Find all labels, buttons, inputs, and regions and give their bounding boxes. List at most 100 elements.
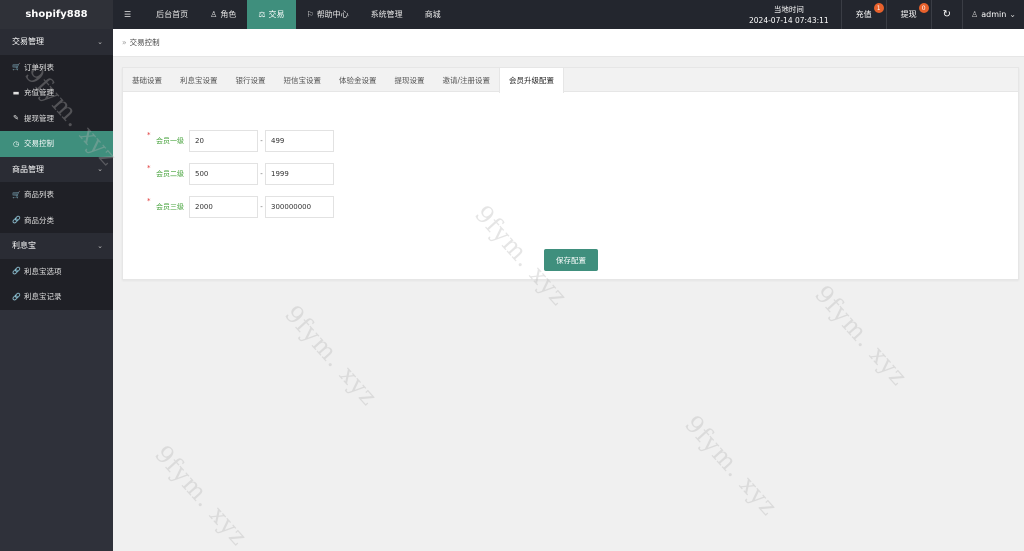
local-time-value: 2024-07-14 07:43:11 xyxy=(749,15,829,25)
recharge-label: 充值 xyxy=(855,10,872,19)
sidebar-item-6[interactable]: 🛒 商品列表 xyxy=(0,182,113,208)
local-time: 当地时间 2024-07-14 07:43:11 xyxy=(737,0,841,29)
sidebar-item-1[interactable]: 🛒 订单列表 xyxy=(0,54,113,80)
tab-4[interactable]: 体验金设置 xyxy=(330,68,386,92)
withdraw-badge: 0 xyxy=(918,3,929,13)
level-1-row: * 会员一级 - xyxy=(147,130,334,152)
chevron-down-icon: ⌄ xyxy=(97,241,103,250)
sidebar-group-label: 商品管理 xyxy=(12,164,44,174)
top-header: shopify888 ☰ 后台首页 ♙ 角色 ⚖ 交易 ⚐ 帮助中心 系统管理 商城 当地时间 2… xyxy=(0,0,1024,29)
menu-toggle-button[interactable]: ☰ xyxy=(113,0,145,29)
sidebar-item-label: 充值管理 xyxy=(24,88,54,98)
card-icon: ▬ xyxy=(12,88,20,97)
top-nav-6[interactable]: 商城 xyxy=(414,0,452,29)
brand-logo[interactable]: shopify888 xyxy=(0,0,113,29)
top-nav-label: 后台首页 xyxy=(156,10,189,19)
sidebar-group-5[interactable]: 商品管理 ⌄ xyxy=(0,156,113,182)
top-nav-4[interactable]: ⚐ 帮助中心 xyxy=(296,0,360,29)
range-separator: - xyxy=(260,203,263,211)
user-name: admin xyxy=(981,10,1007,19)
level-2-min-input[interactable] xyxy=(189,163,258,185)
required-mark: * xyxy=(147,131,151,139)
recharge-badge: 1 xyxy=(873,3,884,13)
top-right-bar: 当地时间 2024-07-14 07:43:11 充值 1 提现 0 ↻ ♙ a… xyxy=(737,0,1024,29)
level-3-max-input[interactable] xyxy=(265,196,334,218)
sidebar-item-2[interactable]: ▬ 充值管理 xyxy=(0,80,113,106)
top-nav-5[interactable]: 系统管理 xyxy=(360,0,414,29)
sidebar-item-7[interactable]: 🔗 商品分类 xyxy=(0,207,113,233)
breadcrumb-current[interactable]: 交易控制 xyxy=(130,37,160,48)
sidebar-item-label: 交易控制 xyxy=(24,139,54,149)
sidebar-item-label: 利息宝选项 xyxy=(24,266,62,276)
chevron-down-icon: ⌄ xyxy=(1009,10,1016,19)
recharge-button[interactable]: 充值 1 xyxy=(842,0,886,29)
user-menu[interactable]: ♙ admin ⌄ xyxy=(963,0,1024,29)
top-nav-3[interactable]: ⚖ 交易 xyxy=(247,0,296,29)
chevron-down-icon: ⌄ xyxy=(97,37,103,46)
level-2-label: * 会员二级 xyxy=(147,164,184,179)
tab-7[interactable]: 会员升级配置 xyxy=(499,68,565,93)
sidebar-item-label: 商品分类 xyxy=(24,215,54,225)
dashboard-icon: ◷ xyxy=(12,139,20,148)
sidebar-item-3[interactable]: ✎ 提现管理 xyxy=(0,105,113,131)
tab-5[interactable]: 提现设置 xyxy=(386,68,434,92)
level-2-row: * 会员二级 - xyxy=(147,163,334,185)
required-mark: * xyxy=(147,164,151,172)
tab-6[interactable]: 邀请/注册设置 xyxy=(434,68,500,92)
link-icon: 🔗 xyxy=(12,216,21,225)
sidebar-item-label: 利息宝记录 xyxy=(24,292,62,302)
watermark-text: 9fym. xyz xyxy=(809,280,914,392)
save-config-button[interactable]: 保存配置 xyxy=(544,249,598,271)
watermark-text: 9fym. xyz xyxy=(279,300,384,412)
sidebar-item-10[interactable]: 🔗 利息宝记录 xyxy=(0,284,113,310)
withdraw-button[interactable]: 提现 0 xyxy=(887,0,931,29)
chevron-down-icon: ⌄ xyxy=(97,165,103,174)
sidebar-group-8[interactable]: 利息宝 ⌄ xyxy=(0,233,113,259)
local-time-label: 当地时间 xyxy=(773,4,804,14)
user-icon: ♙ xyxy=(971,10,979,19)
sidebar-item-9[interactable]: 🔗 利息宝选项 xyxy=(0,258,113,284)
breadcrumb-arrow-icon: » xyxy=(122,38,127,47)
top-nav-2[interactable]: ♙ 角色 xyxy=(199,0,247,29)
top-nav-label: 角色 xyxy=(220,10,237,19)
level-3-row: * 会员三级 - xyxy=(147,196,334,218)
tab-1[interactable]: 利息宝设置 xyxy=(171,68,227,92)
tab-2[interactable]: 银行设置 xyxy=(227,68,275,92)
level-1-label-text: 会员一级 xyxy=(156,137,184,145)
link-icon: 🔗 xyxy=(12,267,21,276)
level-3-min-input[interactable] xyxy=(189,196,258,218)
user-icon: ♙ xyxy=(210,10,218,19)
sidebar-item-4[interactable]: ◷ 交易控制 xyxy=(0,131,113,157)
top-nav-label: 交易 xyxy=(268,10,285,19)
watermark-text: 9fym. xyz xyxy=(679,410,784,522)
watermark-text: 9fym. xyz xyxy=(149,440,254,551)
flag-icon: ⚐ xyxy=(306,10,314,19)
sidebar-group-0[interactable]: 交易管理 ⌄ xyxy=(0,29,113,55)
range-separator: - xyxy=(260,137,263,145)
range-separator: - xyxy=(260,170,263,178)
menu-icon: ☰ xyxy=(124,10,132,19)
top-nav: ☰ 后台首页 ♙ 角色 ⚖ 交易 ⚐ 帮助中心 系统管理 商城 xyxy=(113,0,452,29)
breadcrumb: » 交易控制 xyxy=(113,29,1024,57)
level-2-max-input[interactable] xyxy=(265,163,334,185)
cart-icon: 🛒 xyxy=(12,190,21,199)
refresh-button[interactable]: ↻ xyxy=(932,0,962,29)
level-3-label: * 会员三级 xyxy=(147,197,184,212)
sidebar-group-label: 利息宝 xyxy=(12,241,36,251)
level-2-label-text: 会员二级 xyxy=(156,170,184,178)
top-nav-1[interactable]: 后台首页 xyxy=(145,0,199,29)
level-1-min-input[interactable] xyxy=(189,130,258,152)
link-icon: 🔗 xyxy=(12,292,21,301)
tab-0[interactable]: 基础设置 xyxy=(123,68,171,92)
refresh-icon: ↻ xyxy=(942,9,952,20)
tab-3[interactable]: 短信宝设置 xyxy=(275,68,331,92)
level-3-label-text: 会员三级 xyxy=(156,203,184,211)
hammer-icon: ✎ xyxy=(13,114,19,123)
settings-tabs: 基础设置 利息宝设置 银行设置 短信宝设置 体验金设置 提现设置 邀请/注册设置 会员升级配置 xyxy=(123,68,1018,93)
sidebar-item-label: 订单列表 xyxy=(24,62,54,72)
required-mark: * xyxy=(147,197,151,205)
exchange-icon: ⚖ xyxy=(258,10,266,19)
level-1-max-input[interactable] xyxy=(265,130,334,152)
top-nav-label: 系统管理 xyxy=(370,10,403,19)
sidebar: 交易管理 ⌄ 🛒 订单列表 ▬ 充值管理 ✎ 提现管理 ◷ 交易控制 商品管理 ⌄ 🛒 商品列表 🔗 商品分类… xyxy=(0,29,113,551)
